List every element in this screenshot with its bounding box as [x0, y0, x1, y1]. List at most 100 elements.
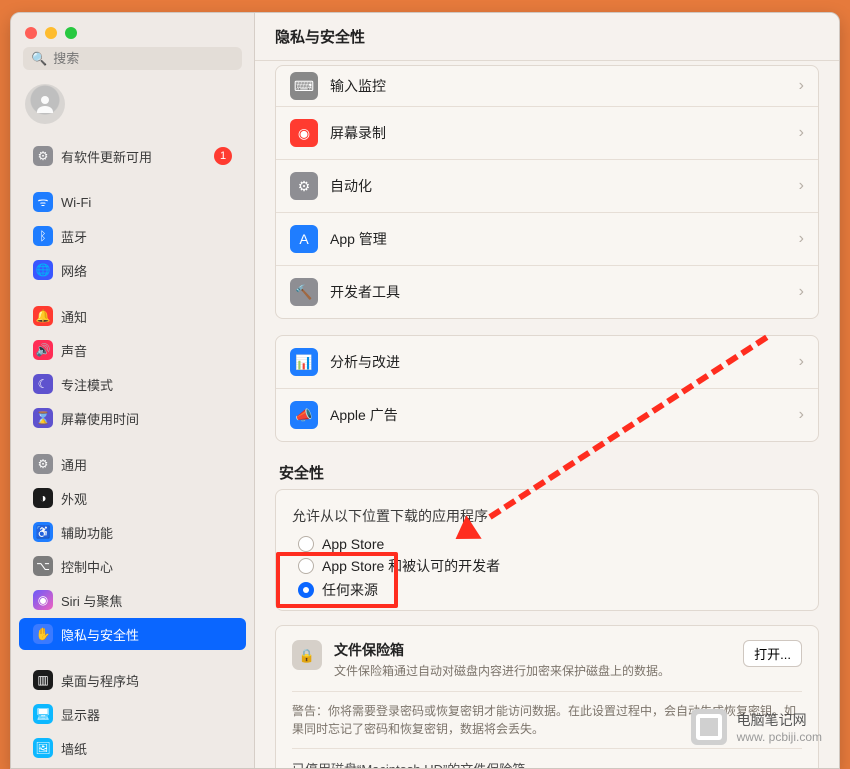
zoom-icon[interactable]	[65, 27, 77, 39]
radio-identified-developers[interactable]: App Store 和被认可的开发者	[298, 554, 802, 578]
allow-apps-radio-group: App Store App Store 和被认可的开发者 任何来源	[298, 534, 802, 602]
hammer-icon: 🔨	[290, 278, 318, 306]
software-update-label: 有软件更新可用	[61, 147, 152, 166]
sidebar-item-label: Siri 与聚焦	[61, 591, 232, 610]
watermark-logo-icon	[691, 709, 727, 745]
sidebar-item-wifi[interactable]: ᯤ Wi-Fi	[19, 186, 246, 218]
gear-icon: ⚙	[33, 146, 53, 166]
apple-id-profile[interactable]	[11, 80, 254, 138]
bell-icon: 🔔	[33, 306, 53, 326]
radio-label: App Store 和被认可的开发者	[322, 556, 500, 576]
close-icon[interactable]	[25, 27, 37, 39]
row-app-management[interactable]: A App 管理 ›	[276, 212, 818, 265]
radio-icon	[298, 536, 314, 552]
update-badge: 1	[214, 147, 232, 165]
sidebar-item-label: 通知	[61, 307, 232, 326]
sidebar-item-label: 隐私与安全性	[61, 625, 232, 644]
hourglass-icon: ⌛	[33, 408, 53, 428]
sidebar-item-displays[interactable]: 🖥 显示器	[19, 698, 246, 730]
row-label: 输入监控	[330, 76, 787, 96]
bluetooth-icon: ᛒ	[33, 226, 53, 246]
main-content: 隐私与安全性 ⌨ 输入监控 › ◉ 屏幕录制 › ⚙ 自动化 ›	[255, 13, 839, 768]
appearance-icon: ◑	[33, 488, 53, 508]
radio-anywhere[interactable]: 任何来源	[298, 578, 802, 602]
radio-icon	[298, 582, 314, 598]
search-field[interactable]: 🔍	[23, 47, 242, 70]
sidebar-item-bluetooth[interactable]: ᛒ 蓝牙	[19, 220, 246, 252]
sidebar-item-notifications[interactable]: 🔔 通知	[19, 300, 246, 332]
sidebar: 🔍 ⚙ 有软件更新可用 1 ᯤ Wi-Fi ᛒ 蓝牙	[11, 13, 255, 768]
radio-icon	[298, 558, 314, 574]
sidebar-item-label: 声音	[61, 341, 232, 360]
page-title: 隐私与安全性	[255, 13, 839, 61]
chevron-right-icon: ›	[799, 230, 804, 248]
row-label: 自动化	[330, 176, 787, 196]
sidebar-item-focus[interactable]: ☾ 专注模式	[19, 368, 246, 400]
row-label: Apple 广告	[330, 405, 787, 425]
automation-icon: ⚙	[290, 172, 318, 200]
row-label: 屏幕录制	[330, 123, 787, 143]
settings-window: 🔍 ⚙ 有软件更新可用 1 ᯤ Wi-Fi ᛒ 蓝牙	[10, 12, 840, 769]
sidebar-item-sound[interactable]: 🔊 声音	[19, 334, 246, 366]
filevault-subtitle: 文件保险箱通过自动对磁盘内容进行加密来保护磁盘上的数据。	[334, 662, 731, 679]
sidebar-item-accessibility[interactable]: ♿ 辅助功能	[19, 516, 246, 548]
chevron-right-icon: ›	[799, 406, 804, 424]
chevron-right-icon: ›	[799, 124, 804, 142]
sidebar-item-wallpaper[interactable]: 🖼 墙纸	[19, 732, 246, 764]
filevault-title: 文件保险箱	[334, 640, 731, 660]
allow-apps-title: 允许从以下位置下载的应用程序	[292, 506, 802, 526]
filevault-status: 已停用磁盘“Macintosh HD”的文件保险箱。	[292, 748, 802, 768]
sidebar-item-general[interactable]: ⚙ 通用	[19, 448, 246, 480]
sidebar-item-label: 蓝牙	[61, 227, 232, 246]
watermark-line1: 电脑笔记网	[737, 710, 822, 730]
radio-label: 任何来源	[322, 580, 378, 600]
wifi-icon: ᯤ	[33, 192, 53, 212]
watermark-line2: www. pcbiji.com	[737, 730, 822, 744]
privacy-panel-1: ⌨ 输入监控 › ◉ 屏幕录制 › ⚙ 自动化 › A App 管理 ›	[275, 65, 819, 319]
accessibility-icon: ♿	[33, 522, 53, 542]
keyboard-icon: ⌨	[290, 72, 318, 100]
sidebar-item-label: 屏幕使用时间	[61, 409, 232, 428]
sidebar-item-label: 控制中心	[61, 557, 232, 576]
row-developer-tools[interactable]: 🔨 开发者工具 ›	[276, 265, 818, 318]
vault-icon: 🔒	[292, 640, 322, 670]
window-controls	[11, 13, 254, 47]
sidebar-item-appearance[interactable]: ◑ 外观	[19, 482, 246, 514]
minimize-icon[interactable]	[45, 27, 57, 39]
radio-app-store[interactable]: App Store	[298, 534, 802, 554]
sidebar-item-privacy-security[interactable]: ✋ 隐私与安全性	[19, 618, 246, 650]
sidebar-item-label: 外观	[61, 489, 232, 508]
title-text: 隐私与安全性	[275, 26, 365, 47]
sidebar-group-network: ᯤ Wi-Fi ᛒ 蓝牙 🌐 网络	[11, 184, 254, 288]
sidebar-item-label: Wi-Fi	[61, 195, 232, 210]
sidebar-item-screentime[interactable]: ⌛ 屏幕使用时间	[19, 402, 246, 434]
sidebar-item-label: 网络	[61, 261, 232, 280]
row-input-monitoring[interactable]: ⌨ 输入监控 ›	[276, 66, 818, 106]
dock-icon: ▥	[33, 670, 53, 690]
app-icon: A	[290, 225, 318, 253]
sidebar-item-dock[interactable]: ▥ 桌面与程序坞	[19, 664, 246, 696]
megaphone-icon: 📣	[290, 401, 318, 429]
search-input[interactable]	[53, 51, 234, 66]
sidebar-item-network[interactable]: 🌐 网络	[19, 254, 246, 286]
chevron-right-icon: ›	[799, 283, 804, 301]
row-screen-recording[interactable]: ◉ 屏幕录制 ›	[276, 106, 818, 159]
wallpaper-icon: 🖼	[33, 738, 53, 758]
row-automation[interactable]: ⚙ 自动化 ›	[276, 159, 818, 212]
sidebar-group-notifications: 🔔 通知 🔊 声音 ☾ 专注模式 ⌛ 屏幕使用时间	[11, 298, 254, 436]
hand-icon: ✋	[33, 624, 53, 644]
software-update-row[interactable]: ⚙ 有软件更新可用 1	[19, 140, 246, 172]
sidebar-item-control-center[interactable]: ⌥ 控制中心	[19, 550, 246, 582]
scroll-area[interactable]: ⌨ 输入监控 › ◉ 屏幕录制 › ⚙ 自动化 › A App 管理 ›	[255, 61, 839, 768]
display-icon: 🖥	[33, 704, 53, 724]
record-icon: ◉	[290, 119, 318, 147]
search-icon: 🔍	[31, 52, 47, 65]
speaker-icon: 🔊	[33, 340, 53, 360]
sidebar-item-screensaver[interactable]: ◧ 屏幕保护程序	[19, 766, 246, 768]
globe-icon: 🌐	[33, 260, 53, 280]
sidebar-item-siri[interactable]: ◉ Siri 与聚焦	[19, 584, 246, 616]
row-apple-ads[interactable]: 📣 Apple 广告 ›	[276, 388, 818, 441]
row-analytics[interactable]: 📊 分析与改进 ›	[276, 336, 818, 388]
filevault-open-button[interactable]: 打开...	[743, 640, 802, 667]
radio-label: App Store	[322, 536, 384, 552]
